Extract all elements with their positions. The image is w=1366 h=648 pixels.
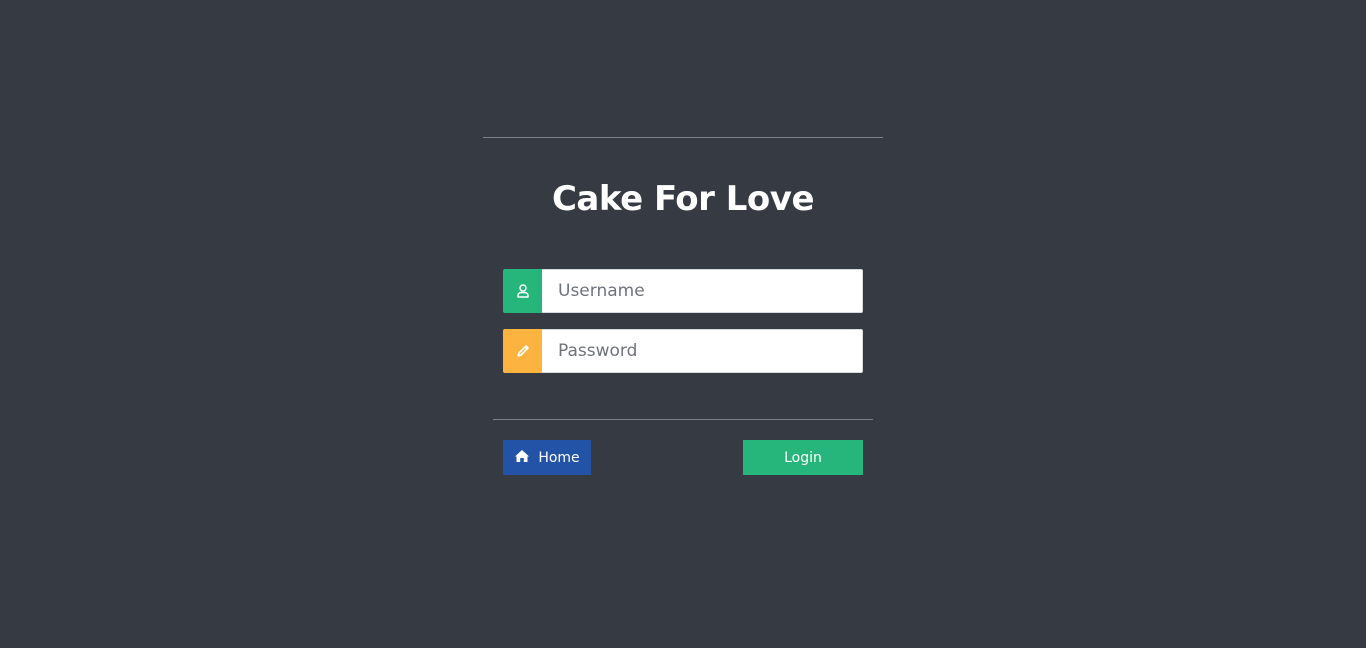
login-button-label: Login xyxy=(784,449,822,466)
page-title: Cake For Love xyxy=(551,179,815,219)
bottom-divider xyxy=(493,419,873,420)
home-icon xyxy=(514,449,530,467)
password-input[interactable] xyxy=(542,329,863,373)
home-button-label: Home xyxy=(538,449,580,466)
login-button[interactable]: Login xyxy=(743,440,863,475)
username-input[interactable] xyxy=(542,269,863,313)
pencil-icon xyxy=(503,329,542,373)
home-button[interactable]: Home xyxy=(503,440,591,475)
password-group xyxy=(503,329,863,373)
top-divider xyxy=(483,137,883,138)
username-group xyxy=(503,269,863,313)
user-icon xyxy=(503,269,542,313)
